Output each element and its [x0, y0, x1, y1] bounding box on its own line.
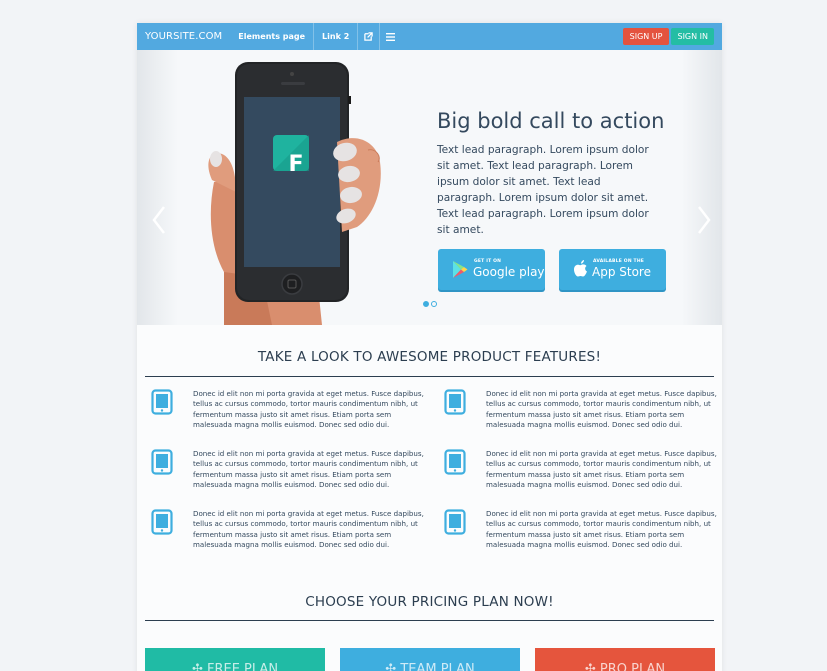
- carousel-next-arrow-icon[interactable]: [696, 205, 712, 235]
- app-icon-letter: F: [288, 152, 304, 177]
- hero-carousel: F Big bold call to action Text lead para…: [137, 50, 722, 325]
- feature-text-4: Donec id elit non mi porta gravida at eg…: [486, 449, 717, 490]
- auth-buttons: SIGN UP SIGN IN: [622, 28, 714, 45]
- pro-plan-label: PRO PLAN: [599, 662, 666, 671]
- team-plan-card[interactable]: ✣ TEAM PLAN: [340, 648, 520, 671]
- site-brand[interactable]: YOURSITE.COM: [137, 23, 230, 50]
- tablet-icon: [151, 509, 173, 535]
- plan-icon: ✣: [191, 662, 207, 671]
- app-store-big-text: App Store: [592, 265, 651, 279]
- google-play-button[interactable]: GET IT ON Google play: [438, 249, 545, 290]
- pricing-heading: CHOOSE YOUR PRICING PLAN NOW!: [305, 594, 554, 610]
- page-container: YOURSITE.COM Elements page Link 2 SIGN U…: [137, 23, 722, 671]
- tablet-icon: [444, 449, 466, 475]
- feature-text-2: Donec id elit non mi porta gravida at eg…: [486, 389, 717, 430]
- pro-plan-card[interactable]: ✣ PRO PLAN: [535, 648, 715, 671]
- feature-item-1: Donec id elit non mi porta gravida at eg…: [145, 389, 425, 444]
- feature-item-2: Donec id elit non mi porta gravida at eg…: [438, 389, 718, 444]
- carousel-dot-1[interactable]: [423, 301, 429, 307]
- sign-in-button[interactable]: SIGN IN: [671, 28, 714, 45]
- team-plan-label: TEAM PLAN: [400, 662, 475, 671]
- google-play-icon: [453, 261, 468, 278]
- tablet-icon: [444, 509, 466, 535]
- app-store-small-text: AVAILABLE ON THE: [593, 259, 645, 264]
- google-play-big-text: Google play: [473, 265, 545, 279]
- feature-item-4: Donec id elit non mi porta gravida at eg…: [438, 449, 718, 504]
- external-link-icon[interactable]: [357, 23, 379, 50]
- hero-title: Big bold call to action: [437, 109, 665, 133]
- feature-text-5: Donec id elit non mi porta gravida at eg…: [193, 509, 424, 550]
- hand-holding-phone-illustration: [208, 62, 381, 325]
- carousel-prev-arrow-icon[interactable]: [151, 205, 167, 235]
- plan-icon: ✣: [385, 662, 401, 671]
- menu-icon[interactable]: [379, 23, 401, 50]
- feature-text-1: Donec id elit non mi porta gravida at eg…: [193, 389, 424, 430]
- pricing-divider: [145, 620, 714, 621]
- features-divider: [145, 376, 714, 377]
- feature-text-6: Donec id elit non mi porta gravida at eg…: [486, 509, 717, 550]
- apple-icon: [573, 260, 587, 277]
- feature-item-5: Donec id elit non mi porta gravida at eg…: [145, 509, 425, 564]
- google-play-small-text: GET IT ON: [474, 259, 502, 264]
- nav-link-link-2[interactable]: Link 2: [313, 23, 357, 50]
- features-heading: TAKE A LOOK TO AWESOME PRODUCT FEATURES!: [257, 349, 602, 365]
- nav-link-elements-page[interactable]: Elements page: [230, 23, 313, 50]
- sign-up-button[interactable]: SIGN UP: [622, 28, 670, 45]
- feature-item-6: Donec id elit non mi porta gravida at eg…: [438, 509, 718, 564]
- hero-lead-paragraph: Text lead paragraph. Lorem ipsum dolor s…: [437, 144, 649, 236]
- tablet-icon: [444, 389, 466, 415]
- feature-item-3: Donec id elit non mi porta gravida at eg…: [145, 449, 425, 504]
- plan-icon: ✣: [584, 662, 600, 671]
- feature-text-3: Donec id elit non mi porta gravida at eg…: [193, 449, 424, 490]
- carousel-dot-2[interactable]: [431, 301, 437, 307]
- free-plan-label: FREE PLAN: [206, 662, 279, 671]
- carousel-indicators: [423, 301, 437, 307]
- free-plan-card[interactable]: ✣ FREE PLAN: [145, 648, 325, 671]
- tablet-icon: [151, 449, 173, 475]
- app-store-button[interactable]: AVAILABLE ON THE App Store: [559, 249, 666, 290]
- navbar: YOURSITE.COM Elements page Link 2 SIGN U…: [137, 23, 722, 50]
- tablet-icon: [151, 389, 173, 415]
